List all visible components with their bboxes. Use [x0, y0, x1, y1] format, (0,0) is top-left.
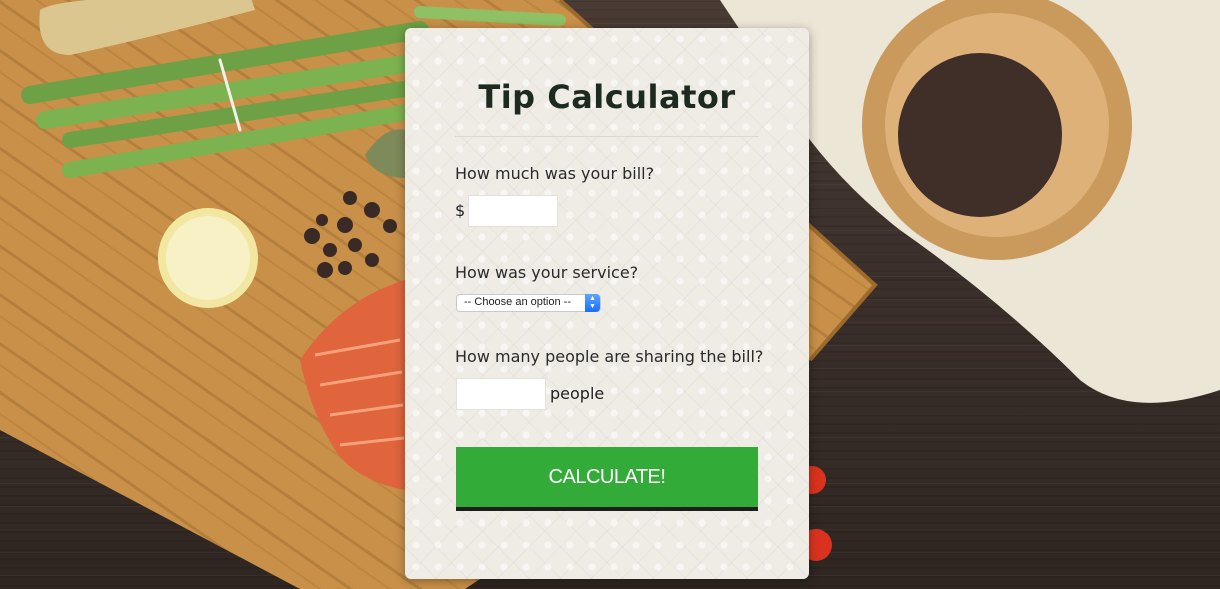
lemon-slice-icon	[158, 208, 258, 308]
select-arrows-icon: ▲ ▼	[585, 294, 600, 312]
tip-calculator-card: Tip Calculator How much was your bill? $…	[405, 28, 809, 579]
people-suffix: people	[550, 384, 605, 403]
service-select[interactable]: -- Choose an option -- ▲ ▼	[456, 294, 601, 312]
page-title: Tip Calculator	[478, 78, 736, 116]
service-select-value: -- Choose an option --	[464, 296, 571, 308]
bill-label: How much was your bill?	[455, 164, 655, 183]
title-divider	[455, 136, 759, 137]
currency-symbol: $	[455, 201, 466, 220]
service-label: How was your service?	[455, 263, 639, 282]
people-label: How many people are sharing the bill?	[455, 347, 764, 366]
bill-amount-input[interactable]	[468, 195, 558, 227]
calculate-button[interactable]: CALCULATE!	[456, 447, 758, 511]
people-count-input[interactable]	[456, 378, 546, 410]
